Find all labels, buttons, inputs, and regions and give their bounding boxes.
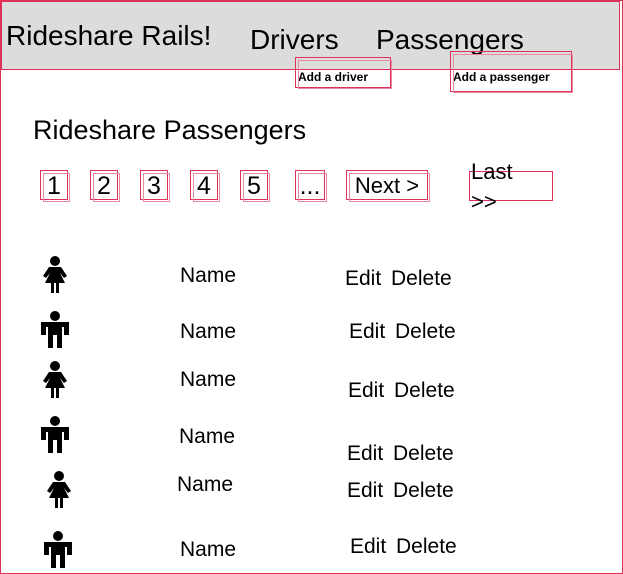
delete-passenger-link[interactable]: Delete — [393, 479, 454, 503]
delete-passenger-link[interactable]: Delete — [396, 535, 457, 559]
add-passenger-button[interactable]: Add a passenger — [450, 51, 573, 93]
edit-passenger-link[interactable]: Edit — [348, 379, 384, 403]
passenger-name: Name — [180, 264, 237, 287]
edit-passenger-link[interactable]: Edit — [347, 442, 383, 466]
edit-passenger-link[interactable]: Edit — [347, 479, 383, 503]
page-title: Rideshare Passengers — [33, 115, 307, 145]
nav-drivers-link[interactable]: Drivers — [250, 24, 339, 56]
edit-passenger-link[interactable]: Edit — [345, 267, 381, 291]
male-person-icon — [35, 310, 75, 350]
delete-passenger-link[interactable]: Delete — [391, 267, 452, 291]
page-4-link[interactable]: 4 — [190, 170, 220, 202]
passenger-name: Name — [180, 320, 237, 343]
passenger-name: Name — [179, 425, 236, 448]
brand-title[interactable]: Rideshare Rails! — [6, 20, 211, 52]
pagination-ellipsis: ... — [295, 170, 327, 202]
delete-passenger-link[interactable]: Delete — [394, 379, 455, 403]
page-2-link[interactable]: 2 — [90, 170, 120, 202]
delete-passenger-link[interactable]: Delete — [395, 320, 456, 344]
female-person-icon — [39, 470, 79, 510]
male-person-icon — [35, 415, 75, 455]
passenger-name: Name — [180, 538, 237, 561]
passenger-name: Name — [177, 473, 234, 496]
page-5-link[interactable]: 5 — [240, 170, 270, 202]
edit-passenger-link[interactable]: Edit — [350, 535, 386, 559]
passenger-name: Name — [180, 368, 237, 391]
next-page-link[interactable]: Next > — [346, 170, 430, 202]
add-driver-button[interactable]: Add a driver — [295, 57, 392, 89]
male-person-icon — [38, 530, 78, 570]
edit-passenger-link[interactable]: Edit — [349, 320, 385, 344]
page-1-link[interactable]: 1 — [40, 170, 70, 202]
female-person-icon — [35, 255, 75, 295]
page-3-link[interactable]: 3 — [140, 170, 170, 202]
last-page-label[interactable]: Last >> — [471, 157, 541, 217]
female-person-icon — [35, 360, 75, 400]
delete-passenger-link[interactable]: Delete — [393, 442, 454, 466]
